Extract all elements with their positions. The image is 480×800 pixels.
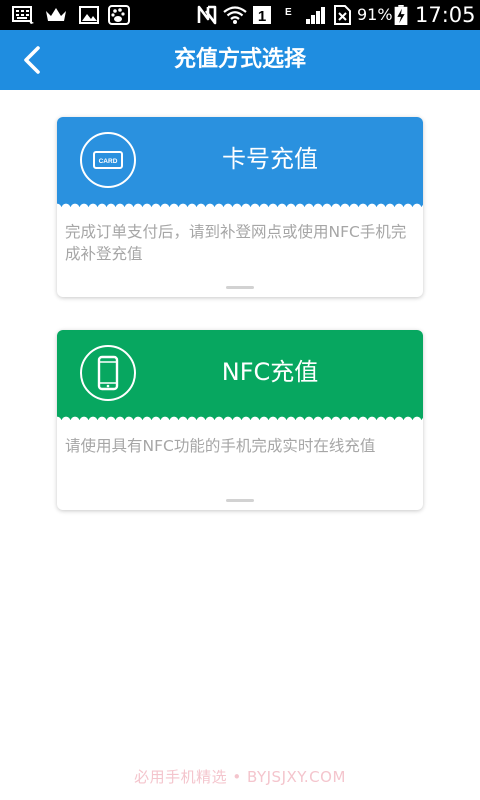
- svg-text:E: E: [285, 7, 292, 18]
- image-icon: [79, 6, 99, 24]
- baidu-paw-icon: [108, 5, 130, 25]
- battery-percent: 91%: [357, 5, 393, 24]
- option-description: 请使用具有NFC功能的手机完成实时在线充值: [65, 437, 376, 455]
- watermark: 必用手机精选 • BYJSJXY.COM: [134, 768, 346, 786]
- crown-icon: [46, 8, 66, 21]
- keyboard-icon: [12, 6, 34, 24]
- no-sim-icon: [334, 5, 351, 25]
- back-chevron-icon: [24, 46, 40, 74]
- svg-text:CARD: CARD: [99, 158, 118, 165]
- svg-text:1: 1: [258, 8, 266, 25]
- card-header: CARD 卡号充值: [57, 117, 423, 207]
- nfc-n-icon: [197, 5, 217, 25]
- card-number-recharge-option[interactable]: CARD 卡号充值 完成订单支付后，请到补登网点或使用NFC手机完成补登充值: [57, 117, 423, 297]
- sim-1-icon: 1: [253, 6, 271, 25]
- page-title: 充值方式选择: [173, 47, 306, 72]
- nfc-recharge-option[interactable]: NFC充值 请使用具有NFC功能的手机完成实时在线充值: [57, 330, 423, 510]
- card-header: NFC充值: [57, 330, 423, 420]
- option-description: 完成订单支付后，请到补登网点或使用NFC手机完成补登充值: [65, 223, 407, 263]
- status-bar: 1 E 91% 17:05: [0, 0, 480, 30]
- ticket-scallop-edge: [57, 412, 423, 422]
- card-handle: [226, 286, 254, 289]
- option-title: NFC充值: [221, 358, 319, 386]
- card-handle: [226, 499, 254, 502]
- ticket-scallop-edge: [57, 199, 423, 209]
- e-network-icon: E: [285, 7, 292, 18]
- clock: 17:05: [415, 3, 476, 27]
- signal-icon: [306, 7, 325, 24]
- battery-charging-icon: [394, 5, 408, 25]
- wifi-icon: [223, 6, 247, 24]
- option-title: 卡号充值: [222, 145, 318, 173]
- header-bar: 充值方式选择: [0, 30, 480, 90]
- back-button[interactable]: [16, 42, 52, 78]
